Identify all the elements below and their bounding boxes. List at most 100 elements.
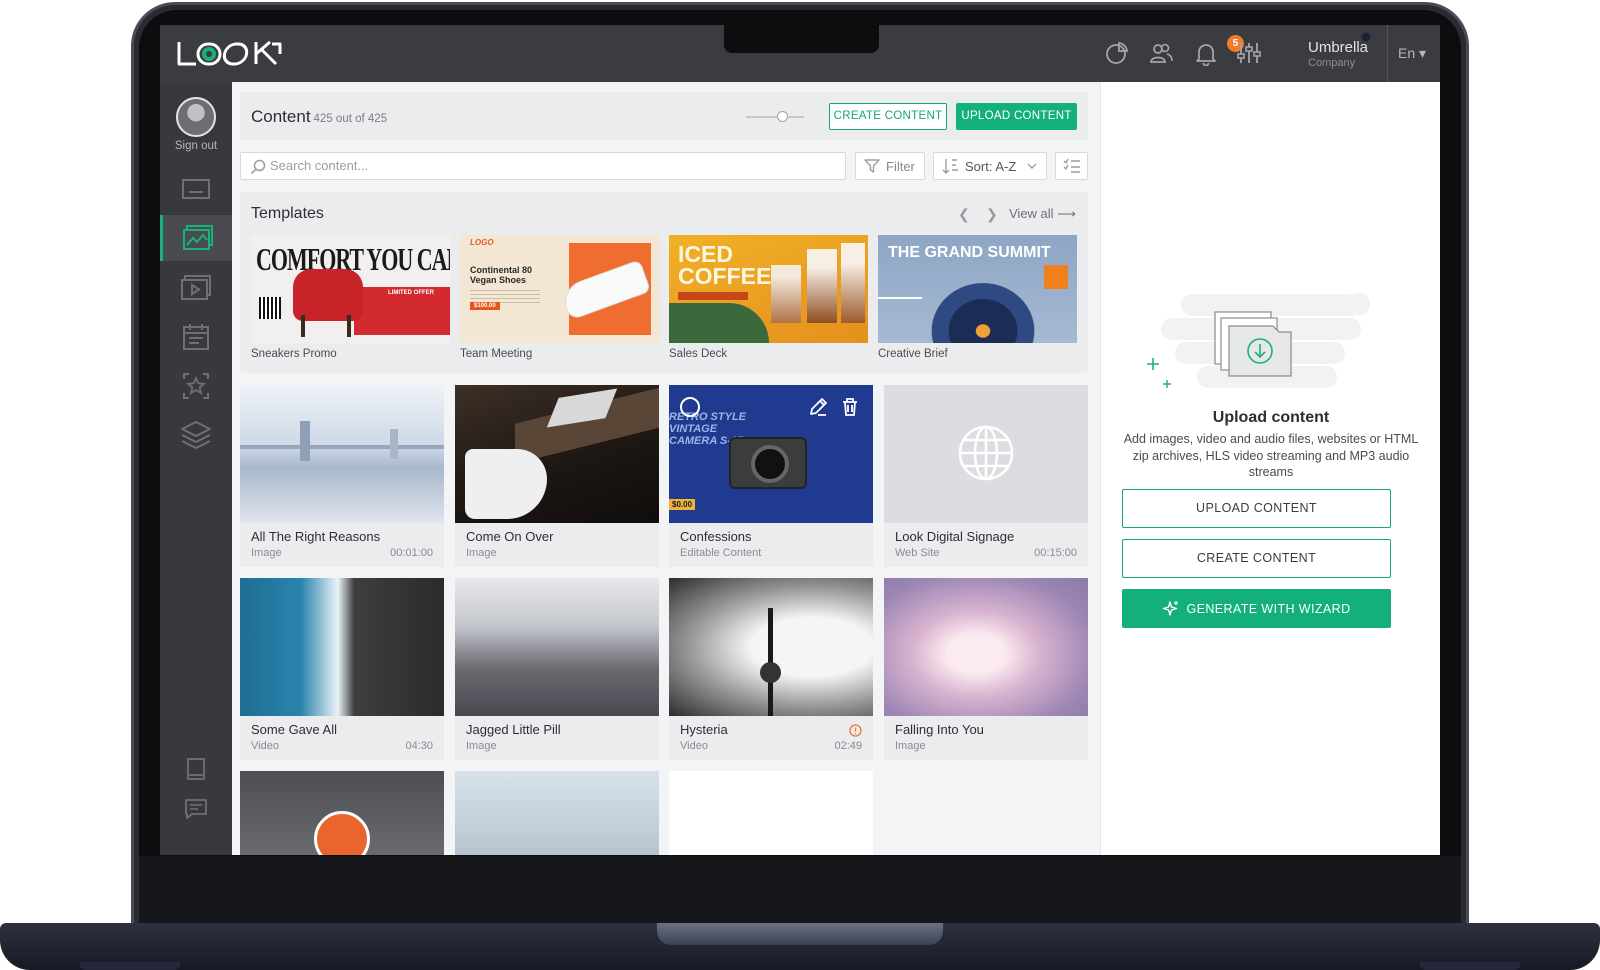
list-view-button[interactable]	[1055, 152, 1088, 180]
bridge-tower	[300, 421, 310, 461]
template-art-title: ICED COFFEE	[678, 241, 772, 289]
sign-out-link[interactable]: Sign out	[160, 140, 232, 152]
sort-dropdown[interactable]: Sort: A-Z	[933, 152, 1047, 180]
template-thumbnail: LOGO Continental 80 Vegan Shoes $100.00	[460, 235, 659, 343]
laptop-foot	[1420, 962, 1520, 970]
content-card[interactable]: RETRO STYLE VINTAGE CAMERA S-65 $0.00 Co…	[669, 385, 873, 567]
template-card[interactable]: COMFORT YOU CAN AFFORD LIMITED OFFER Sne…	[251, 235, 450, 360]
content-card[interactable]	[455, 771, 659, 855]
slider-handle[interactable]	[777, 111, 788, 122]
search-input[interactable]	[270, 158, 830, 173]
upload-illustration-icon	[1147, 293, 1370, 388]
qr-code	[259, 297, 281, 319]
content-card[interactable]: Come On Over Image	[455, 385, 659, 567]
chevron-right-icon[interactable]: ❯	[986, 206, 998, 223]
create-content-button[interactable]: CREATE CONTENT	[829, 103, 947, 130]
card-title: Falling Into You	[895, 722, 984, 737]
card-thumbnail	[455, 578, 659, 716]
search-icon	[250, 159, 266, 175]
top-bar: 5 Umbrella Company En ▾	[160, 25, 1440, 82]
company-subtitle: Company	[1308, 57, 1356, 69]
card-thumbnail	[884, 385, 1088, 523]
card-title: Come On Over	[466, 529, 554, 544]
card-type: Editable Content	[680, 547, 762, 559]
template-art-tag: LIMITED OFFER	[388, 290, 434, 296]
lock-badge-icon	[314, 811, 370, 855]
template-thumbnail: ICED COFFEE	[669, 235, 868, 343]
content-card[interactable]: Falling Into You Image	[884, 578, 1088, 760]
template-label: Team Meeting	[460, 348, 533, 360]
sidebar-item-screens[interactable]	[160, 167, 232, 213]
avatar[interactable]	[176, 97, 216, 137]
template-card[interactable]: THE GRAND SUMMIT Creative Brief	[878, 235, 1077, 360]
view-all-label: View all	[1009, 206, 1054, 221]
sidebar-item-content[interactable]	[160, 215, 232, 261]
language-selector[interactable]: En ▾	[1398, 45, 1426, 62]
card-art-price: $0.00	[669, 499, 696, 510]
screen-icon	[182, 179, 210, 199]
trash-icon[interactable]	[841, 397, 859, 417]
list-view-icon	[1063, 158, 1080, 173]
analytics-icon[interactable]	[1104, 40, 1130, 66]
card-type: Image	[895, 740, 926, 752]
content-card[interactable]: Look Digital Signage Web Site 00:15:00	[884, 385, 1088, 567]
card-title: Confessions	[680, 529, 752, 544]
layers-icon	[181, 421, 211, 449]
content-card[interactable]: Jagged Little Pill Image	[455, 578, 659, 760]
sidebar-item-favorites[interactable]	[160, 363, 232, 409]
chevron-left-icon[interactable]: ❮	[958, 206, 970, 223]
template-label: Sneakers Promo	[251, 348, 337, 360]
sidebar-item-chat[interactable]	[160, 786, 232, 832]
card-type: Image	[466, 547, 497, 559]
template-card[interactable]: LOGO Continental 80 Vegan Shoes $100.00 …	[460, 235, 659, 360]
company-name[interactable]: Umbrella	[1308, 39, 1368, 56]
users-icon[interactable]	[1148, 40, 1174, 66]
edit-icon[interactable]	[808, 397, 828, 417]
sidebar-item-layers[interactable]	[160, 412, 232, 458]
card-title: Some Gave All	[251, 722, 337, 737]
thumbnail-size-slider[interactable]	[746, 116, 804, 118]
card-thumbnail	[455, 771, 659, 855]
star-icon	[183, 373, 209, 399]
filter-button[interactable]: Filter	[855, 152, 925, 180]
content-card[interactable]: Hysteria Video 02:49	[669, 578, 873, 760]
template-card[interactable]: ICED COFFEE Sales Deck	[669, 235, 868, 360]
template-art-title: THE GRAND SUMMIT	[888, 244, 1051, 261]
chair-leg	[347, 315, 351, 337]
bell-icon[interactable]	[1193, 40, 1219, 67]
chair-image	[293, 269, 363, 321]
card-type: Video	[680, 740, 708, 752]
pane-create-content-button[interactable]: CREATE CONTENT	[1122, 539, 1391, 578]
coffee-glass	[807, 249, 837, 323]
template-art-badge	[1044, 265, 1068, 289]
generate-wizard-button[interactable]: GENERATE WITH WIZARD	[1122, 589, 1391, 628]
search-box	[240, 152, 846, 180]
sort-icon	[942, 159, 958, 174]
card-duration: 02:49	[834, 740, 862, 752]
card-art-line: RETRO STYLE	[669, 411, 747, 423]
content-card[interactable]: All The Right Reasons Image 00:01:00	[240, 385, 444, 567]
card-title: Hysteria	[680, 722, 728, 737]
pane-upload-content-button[interactable]: UPLOAD CONTENT	[1122, 489, 1391, 528]
sidebar-item-schedule[interactable]	[160, 314, 232, 360]
view-all-link[interactable]: View all ⟶	[1009, 206, 1076, 222]
templates-section: Templates ❮ ❯ View all ⟶ COMFORT YOU CAN…	[240, 192, 1088, 373]
camera-lens	[751, 445, 789, 483]
select-checkbox[interactable]	[680, 397, 700, 417]
divider	[1387, 25, 1388, 82]
template-label: Sales Deck	[669, 348, 728, 360]
playlist-icon	[181, 275, 211, 300]
template-art-title: Continental 80 Vegan Shoes	[470, 265, 533, 285]
settings-sliders-icon[interactable]	[1236, 40, 1262, 66]
card-thumbnail	[455, 385, 659, 523]
leaf-decoration	[669, 303, 769, 343]
sort-label: Sort: A-Z	[965, 158, 1017, 174]
upload-content-button[interactable]: UPLOAD CONTENT	[956, 103, 1077, 130]
laptop-foot	[80, 962, 180, 970]
content-card[interactable]	[240, 771, 444, 855]
content-card[interactable]: Some Gave All Video 04:30	[240, 578, 444, 760]
card-thumbnail	[240, 771, 444, 855]
sidebar-item-playlists[interactable]	[160, 265, 232, 311]
look-logo[interactable]	[176, 40, 288, 68]
bridge-tower	[390, 429, 398, 459]
